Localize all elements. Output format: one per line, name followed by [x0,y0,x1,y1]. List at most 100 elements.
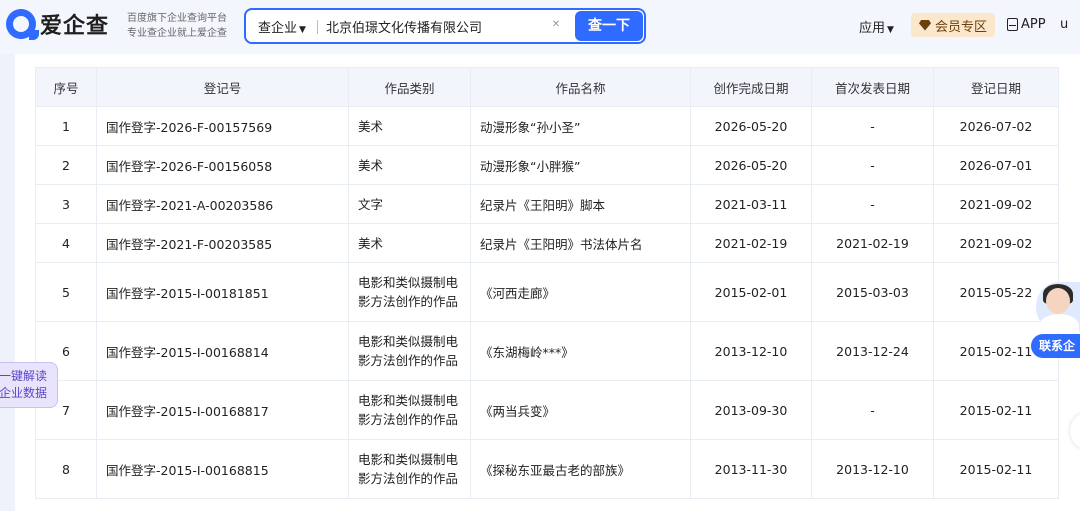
cell-work-name: 《探秘东亚最古老的部族》 [470,439,691,499]
cell-published-date: - [811,184,934,224]
copyright-panel: 序号 登记号 作品类别 作品名称 创作完成日期 首次发表日期 登记日期 1 国作… [15,54,1080,511]
nav-app-menu[interactable]: 应用 ▼ [859,17,894,36]
col-header-reg-no: 登记号 [96,67,349,107]
cell-created-date: 2026-05-20 [690,106,812,146]
cell-reg-no: 国作登字-2015-I-00168815 [96,439,349,499]
cell-reg-no: 国作登字-2015-I-00168814 [96,321,349,381]
table-header-row: 序号 登记号 作品类别 作品名称 创作完成日期 首次发表日期 登记日期 [35,67,1059,107]
cell-work-name: 《东湖梅岭***》 [470,321,691,381]
search-input[interactable] [326,16,536,36]
cell-published-date: - [811,380,934,440]
cell-created-date: 2013-11-30 [690,439,812,499]
slogan-line-2: 专业查企业就上爱企查 [127,28,227,39]
cell-reg-no: 国作登字-2015-I-00181851 [96,262,349,322]
cell-category: 电影和类似摄制电影方法创作的作品 [348,380,471,440]
cell-registered-date: 2015-02-11 [933,439,1059,499]
cell-created-date: 2026-05-20 [690,145,812,185]
cell-category: 美术 [348,145,471,185]
col-header-published-date: 首次发表日期 [811,67,934,107]
cell-category: 电影和类似摄制电影方法创作的作品 [348,321,471,381]
search-type-label: 查企业 [258,21,298,36]
cell-registered-date: 2021-09-02 [933,223,1059,263]
cell-published-date: 2013-12-10 [811,439,934,499]
search-button[interactable]: 查一下 [575,11,643,41]
cell-created-date: 2021-02-19 [690,223,812,263]
ai-interpret-line-1: 一键解读 [0,369,48,383]
cell-work-name: 《河西走廊》 [470,262,691,322]
search-type-dropdown[interactable]: 查企业 ▼ [258,17,306,36]
cell-created-date: 2013-12-10 [690,321,812,381]
cell-category: 美术 [348,223,471,263]
cell-reg-no: 国作登字-2015-I-00168817 [96,380,349,440]
diamond-icon [919,19,931,31]
contact-company-button[interactable]: 联系企 [1031,334,1080,358]
cell-work-name: 《两当兵变》 [470,380,691,440]
table-row: 5 国作登字-2015-I-00181851 电影和类似摄制电影方法创作的作品 … [35,262,1059,322]
cell-work-name: 动漫形象“小胖猴” [470,145,691,185]
cell-work-name: 纪录片《王阳明》书法体片名 [470,223,691,263]
col-header-created-date: 创作完成日期 [690,67,812,107]
cell-category: 文字 [348,184,471,224]
cell-index: 8 [35,439,97,499]
cell-category: 美术 [348,106,471,146]
cell-published-date: - [811,106,934,146]
app-download-link[interactable]: APP [1007,17,1046,32]
cell-work-name: 动漫形象“孙小圣” [470,106,691,146]
cell-created-date: 2021-03-11 [690,184,812,224]
search-divider [317,20,318,34]
slogan: 百度旗下企业查询平台 专业查企业就上爱企查 [127,11,227,41]
cell-index: 3 [35,184,97,224]
phone-icon [1007,18,1018,31]
nav-app-label: 应用 [859,21,886,36]
clear-icon[interactable]: ✕ [549,18,563,32]
table-row: 7 国作登字-2015-I-00168817 电影和类似摄制电影方法创作的作品 … [35,380,1059,440]
cell-registered-date: 2026-07-01 [933,145,1059,185]
cell-index: 1 [35,106,97,146]
avatar-body [1039,314,1079,332]
logo-magnifier-icon [6,9,39,40]
cell-created-date: 2013-09-30 [690,380,812,440]
vip-zone-label: 会员专区 [935,19,988,35]
cell-reg-no: 国作登字-2026-F-00157569 [96,106,349,146]
app-download-label: APP [1021,17,1046,32]
cell-created-date: 2015-02-01 [690,262,812,322]
cell-registered-date: 2015-02-11 [933,380,1059,440]
cell-published-date: - [811,145,934,185]
vip-zone-button[interactable]: 会员专区 [911,13,995,37]
cell-registered-date: 2026-07-02 [933,106,1059,146]
cell-category: 电影和类似摄制电影方法创作的作品 [348,439,471,499]
slogan-line-1: 百度旗下企业查询平台 [127,13,227,24]
table-row: 6 国作登字-2015-I-00168814 电影和类似摄制电影方法创作的作品 … [35,321,1059,381]
cell-index: 5 [35,262,97,322]
caret-down-icon: ▼ [887,25,894,35]
ai-interpret-line-2: 企业数据 [0,386,48,400]
col-header-category: 作品类别 [348,67,471,107]
cell-reg-no: 国作登字-2026-F-00156058 [96,145,349,185]
ai-interpret-widget[interactable]: 一键解读 企业数据 [0,362,58,408]
cell-published-date: 2013-12-24 [811,321,934,381]
cell-reg-no: 国作登字-2021-A-00203586 [96,184,349,224]
cell-reg-no: 国作登字-2021-F-00203585 [96,223,349,263]
cell-registered-date: 2021-09-02 [933,184,1059,224]
table-row: 1 国作登字-2026-F-00157569 美术 动漫形象“孙小圣” 2026… [35,106,1059,146]
search-bar: 查企业▼ ✕ 查一下 [244,8,646,44]
avatar-face [1046,288,1070,314]
customer-service-avatar[interactable] [1036,282,1080,332]
cell-work-name: 纪录片《王阳明》脚本 [470,184,691,224]
logo-text: 爱企查 [40,14,110,39]
col-header-index: 序号 [35,67,97,107]
col-header-registered-date: 登记日期 [933,67,1059,107]
cell-index: 2 [35,145,97,185]
user-menu-partial[interactable]: u [1060,17,1068,32]
cell-published-date: 2021-02-19 [811,223,934,263]
table-row: 3 国作登字-2021-A-00203586 文字 纪录片《王阳明》脚本 202… [35,184,1059,224]
table-row: 2 国作登字-2026-F-00156058 美术 动漫形象“小胖猴” 2026… [35,145,1059,185]
caret-down-icon: ▼ [299,25,306,35]
table-row: 8 国作登字-2015-I-00168815 电影和类似摄制电影方法创作的作品 … [35,439,1059,499]
cell-index: 4 [35,223,97,263]
table-row: 4 国作登字-2021-F-00203585 美术 纪录片《王阳明》书法体片名 … [35,223,1059,263]
cell-published-date: 2015-03-03 [811,262,934,322]
logo[interactable]: 爱企查 [6,8,109,40]
copyright-table: 序号 登记号 作品类别 作品名称 创作完成日期 首次发表日期 登记日期 1 国作… [35,67,1059,499]
cell-category: 电影和类似摄制电影方法创作的作品 [348,262,471,322]
